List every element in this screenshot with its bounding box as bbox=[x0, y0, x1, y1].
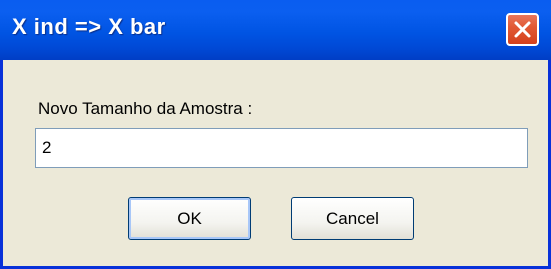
close-icon bbox=[514, 21, 531, 38]
window-title: X ind => X bar bbox=[12, 14, 166, 39]
sample-size-input[interactable]: 2 bbox=[35, 128, 528, 168]
cancel-button[interactable]: Cancel bbox=[291, 197, 414, 240]
close-button[interactable] bbox=[506, 13, 539, 46]
ok-button[interactable]: OK bbox=[128, 197, 251, 240]
dialog-window: X ind => X bar Novo Tamanho da Amostra :… bbox=[0, 0, 551, 269]
title-bar[interactable]: X ind => X bar bbox=[0, 0, 551, 60]
sample-size-label: Novo Tamanho da Amostra : bbox=[38, 99, 253, 118]
